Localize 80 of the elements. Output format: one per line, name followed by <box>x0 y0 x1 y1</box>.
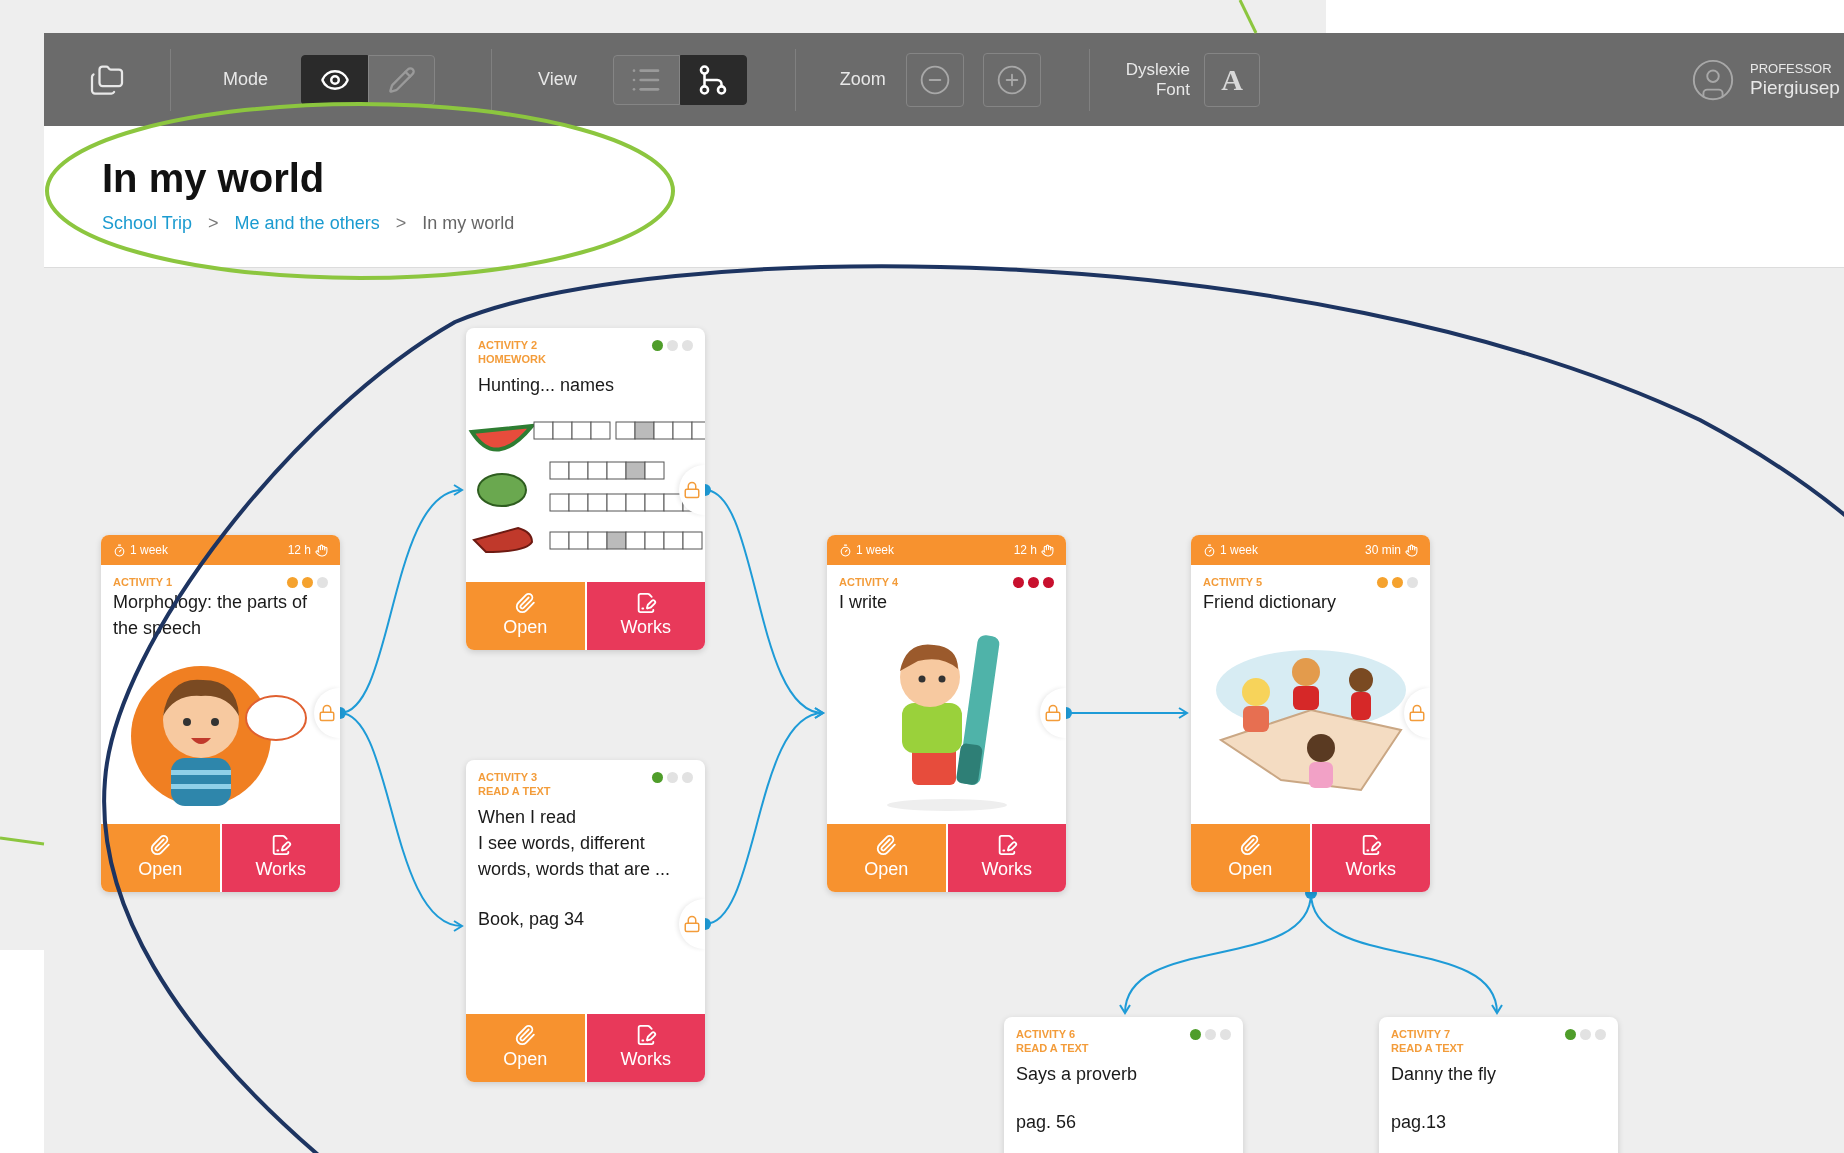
lock-badge[interactable] <box>1040 688 1066 738</box>
activity-type: READ A TEXT <box>1391 1041 1464 1055</box>
paperclip-icon <box>514 1023 537 1046</box>
lock-badge[interactable] <box>314 688 340 738</box>
open-button[interactable]: Open <box>827 824 946 892</box>
activity-title: Hunting... names <box>477 374 616 397</box>
breadcrumb-link[interactable]: Me and the others <box>234 210 380 237</box>
activity-label: ACTIVITY 6 <box>1016 1027 1077 1041</box>
annotation-line <box>0 836 45 846</box>
activity-note: pag. 56 <box>1015 1111 1078 1134</box>
effort-text: 12 h <box>1013 542 1037 559</box>
zoom-in-icon <box>995 63 1028 96</box>
activity-title: When I read I see words, different words, words that are ... <box>477 806 672 881</box>
works-button[interactable]: Works <box>1311 824 1430 892</box>
activity-type: READ A TEXT <box>478 784 551 798</box>
mode-label: Mode <box>223 68 269 91</box>
hand-icon <box>315 543 328 557</box>
activity-label: ACTIVITY 7 <box>1391 1027 1452 1041</box>
open-button[interactable]: Open <box>1191 824 1310 892</box>
breadcrumb-separator: > <box>395 212 407 235</box>
breadcrumb-separator: > <box>208 212 219 235</box>
breadcrumb-current: In my world <box>422 212 515 235</box>
view-mode-button[interactable] <box>301 54 369 105</box>
zoom-in-button[interactable] <box>982 52 1041 107</box>
zoom-label: Zoom <box>839 68 886 91</box>
paperclip-icon <box>1239 833 1262 856</box>
activity-title: I write <box>838 591 888 614</box>
pencil-icon <box>387 65 416 94</box>
open-button[interactable]: Open <box>466 582 585 650</box>
user-role: PROFESSOR <box>1750 60 1833 77</box>
activity-title: Says a proverb <box>1015 1063 1139 1086</box>
activity-card[interactable]: ACTIVITY 6 READ A TEXT Says a proverb pag. 56 <box>1004 1017 1243 1153</box>
effort-text: 30 min <box>1364 542 1401 559</box>
view-label: View <box>538 68 577 91</box>
activity-type: HOMEWORK <box>478 352 546 366</box>
works-button[interactable]: Works <box>586 582 705 650</box>
page-title: In my world <box>102 155 326 202</box>
font-toggle-button[interactable]: A <box>1204 52 1260 107</box>
effort-text: 12 h <box>287 542 311 559</box>
hand-icon <box>1041 543 1054 557</box>
activity-card[interactable]: 1 week 12 h ACTIVITY 4 I write Open Works <box>827 535 1066 892</box>
activity-label: ACTIVITY 3 <box>478 770 539 784</box>
duration-text: 1 week <box>1220 542 1259 559</box>
open-button[interactable]: Open <box>466 1014 585 1082</box>
hand-icon <box>1405 543 1418 557</box>
works-button[interactable]: Works <box>586 1014 705 1082</box>
lock-badge[interactable] <box>1404 688 1430 738</box>
breadcrumb-link[interactable]: School Trip <box>102 210 193 237</box>
paperclip-icon <box>514 591 537 614</box>
stopwatch-icon <box>1203 543 1216 557</box>
works-button[interactable]: Works <box>947 824 1066 892</box>
activity-card[interactable]: ACTIVITY 7 READ A TEXT Danny the fly pag.13 <box>1379 1017 1618 1153</box>
dyslexie-font-label: Dyslexie Font <box>1125 59 1190 100</box>
duration-text: 1 week <box>856 542 895 559</box>
activity-label: ACTIVITY 4 <box>839 575 899 589</box>
activity-note: pag.13 <box>1390 1111 1448 1134</box>
tree-mode-button[interactable] <box>679 54 747 105</box>
activity-type: READ A TEXT <box>1016 1041 1089 1055</box>
lock-badge[interactable] <box>679 465 705 515</box>
activity-card[interactable]: 1 week 30 min ACTIVITY 5 Friend dictionary Open Works <box>1191 535 1430 892</box>
stopwatch-icon <box>113 543 126 557</box>
activity-card[interactable]: ACTIVITY 3 READ A TEXT When I read I see words, different words, words that are ... Book, pag 34 Open Works <box>466 760 705 1082</box>
lock-badge[interactable] <box>679 899 705 949</box>
zoom-out-icon <box>918 63 951 96</box>
activity-card[interactable]: ACTIVITY 2 HOMEWORK Hunting... names Open Works <box>466 328 705 650</box>
stopwatch-icon <box>839 543 852 557</box>
activity-note: Book, pag 34 <box>477 908 586 931</box>
activity-label: ACTIVITY 1 <box>113 575 173 589</box>
paperclip-icon <box>875 833 898 856</box>
activity-title: Friend dictionary <box>1202 591 1338 614</box>
user-name: Piergiusep <box>1750 76 1841 99</box>
duration-text: 1 week <box>130 542 169 559</box>
zoom-out-button[interactable] <box>905 52 964 107</box>
activity-label: ACTIVITY 5 <box>1203 575 1263 589</box>
works-button[interactable]: Works <box>221 824 340 892</box>
activity-title: Danny the fly <box>1390 1063 1498 1086</box>
paperclip-icon <box>149 833 172 856</box>
open-button[interactable]: Open <box>101 824 220 892</box>
annotation-line <box>1238 0 1258 34</box>
activity-label: ACTIVITY 2 <box>478 338 539 352</box>
